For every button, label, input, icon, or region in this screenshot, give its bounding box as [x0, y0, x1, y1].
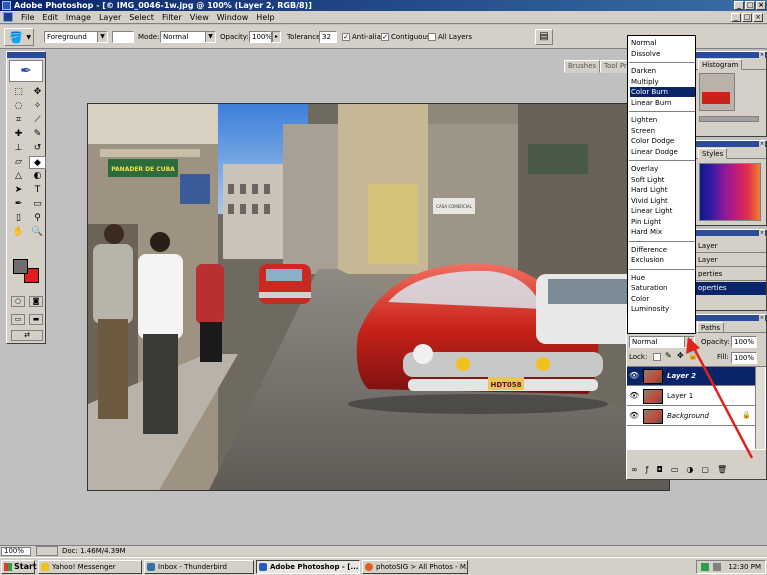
document-size-info: Doc: 1.46M/4.39M — [62, 547, 126, 555]
photoshop-icon — [259, 563, 267, 571]
task-label: Inbox - Thunderbird — [158, 563, 227, 571]
task-label: Yahoo! Messenger — [52, 563, 116, 571]
taskbar-button-thunderbird[interactable]: Inbox - Thunderbird — [144, 560, 254, 574]
windows-logo-icon — [4, 563, 12, 571]
task-label: Adobe Photoshop - [... — [270, 563, 359, 571]
system-tray: 12:30 PM — [696, 560, 766, 574]
taskbar-button-firefox[interactable]: photoSIG > All Photos - M... — [362, 560, 468, 574]
zoom-input[interactable]: 100% — [1, 547, 31, 556]
annotation-arrow-head — [686, 337, 700, 354]
taskbar-button-photoshop[interactable]: Adobe Photoshop - [... — [256, 560, 360, 574]
speaker-icon[interactable] — [713, 563, 721, 571]
start-label: Start — [14, 562, 37, 571]
firefox-icon — [365, 563, 373, 571]
network-icon[interactable] — [701, 563, 709, 571]
thunderbird-icon — [147, 563, 155, 571]
taskbar-button-yahoo-messenger[interactable]: Yahoo! Messenger — [38, 560, 142, 574]
status-flyout-button[interactable] — [36, 546, 58, 556]
annotation-arrow-line — [692, 347, 754, 459]
clock: 12:30 PM — [728, 563, 761, 571]
yahoo-messenger-icon — [41, 563, 49, 571]
status-bar: 100% Doc: 1.46M/4.39M — [0, 545, 767, 556]
annotation-arrow-overlay — [686, 337, 754, 459]
taskbar: Start Yahoo! Messenger Inbox - Thunderbi… — [0, 557, 767, 575]
task-label: photoSIG > All Photos - M... — [376, 563, 468, 571]
start-button[interactable]: Start — [1, 560, 37, 574]
